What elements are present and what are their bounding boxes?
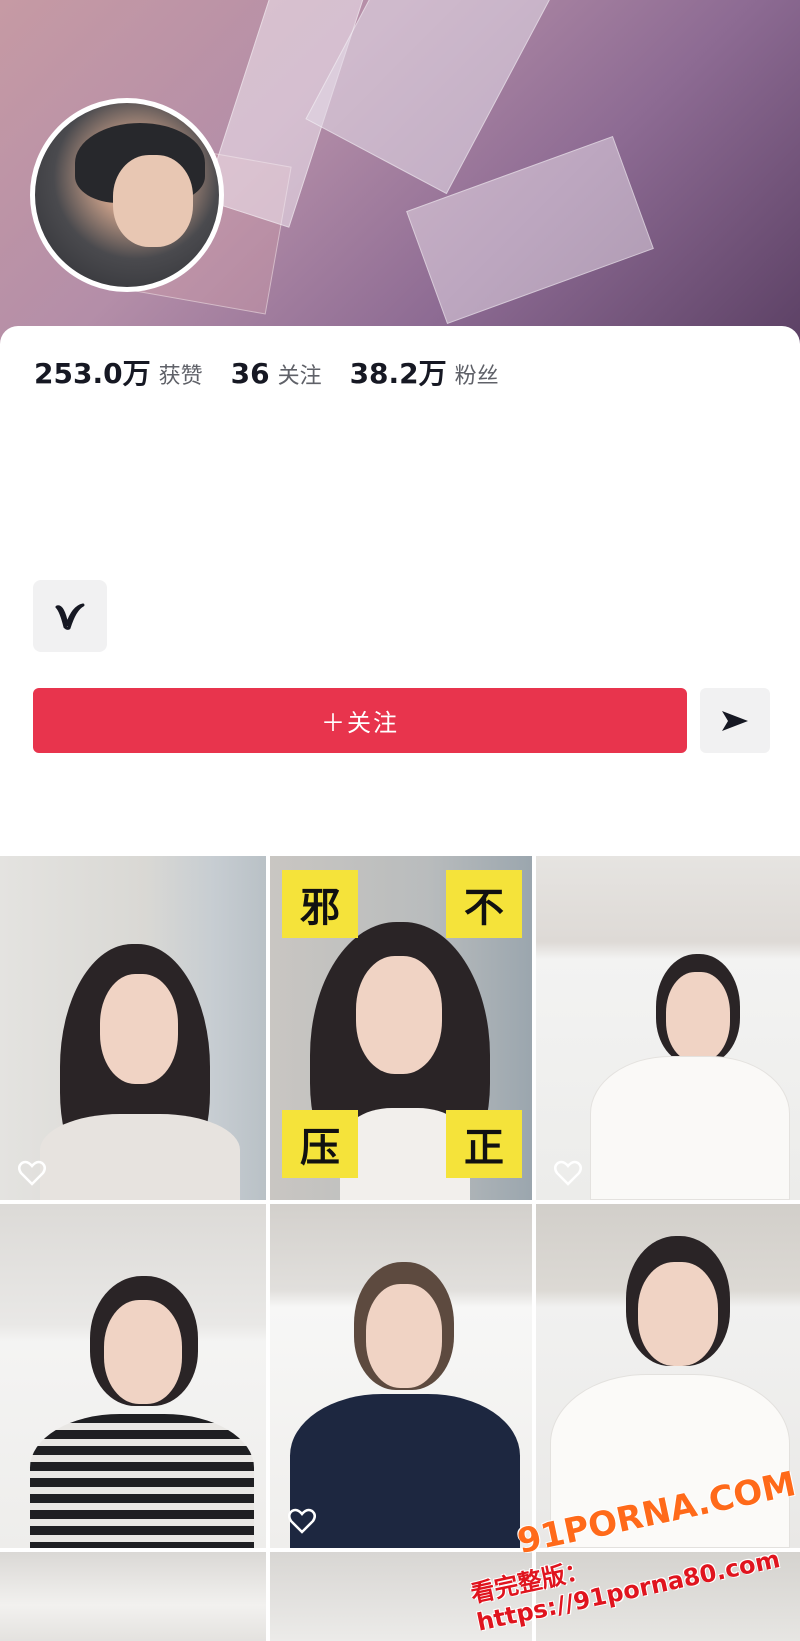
- stat-label: 粉丝: [454, 364, 499, 389]
- stat-value: 253.0万: [34, 357, 151, 390]
- v-logo-icon: [55, 603, 85, 630]
- person-face: [104, 1300, 182, 1404]
- stat-likes[interactable]: 253.0万 获赞: [34, 352, 203, 392]
- send-arrow-icon: [722, 710, 748, 731]
- thumbnail-background: [0, 1552, 266, 1641]
- stat-followers[interactable]: 38.2万 粉丝: [350, 352, 499, 392]
- video-thumbnail[interactable]: [536, 856, 800, 1200]
- stat-label: 获赞: [158, 364, 203, 389]
- profile-card: [0, 326, 800, 846]
- avatar[interactable]: [30, 98, 224, 292]
- stat-label: 关注: [277, 364, 322, 389]
- stat-following[interactable]: 36 关注: [231, 357, 322, 390]
- follow-button[interactable]: ＋关注: [33, 688, 687, 753]
- like-heart-icon[interactable]: [18, 1160, 46, 1186]
- caption-word: 不: [446, 870, 522, 938]
- caption-word: 压: [282, 1110, 358, 1178]
- share-button[interactable]: [700, 688, 770, 753]
- video-thumbnail[interactable]: [0, 856, 266, 1200]
- person-body: [290, 1394, 520, 1548]
- stat-value: 38.2万: [349, 357, 447, 390]
- video-thumbnail[interactable]: 邪 不 压 正: [270, 856, 532, 1200]
- stat-value: 36: [230, 357, 270, 390]
- like-heart-icon[interactable]: [554, 1160, 582, 1186]
- person-face: [356, 956, 442, 1074]
- caption-word: 正: [446, 1110, 522, 1178]
- person-body: [590, 1056, 790, 1200]
- video-thumbnail[interactable]: [0, 1552, 266, 1641]
- like-heart-icon[interactable]: [288, 1508, 316, 1534]
- person-face: [366, 1284, 442, 1388]
- person-face: [666, 972, 730, 1062]
- profile-stats: 253.0万 获赞 36 关注 38.2万 粉丝: [34, 352, 527, 392]
- person-face: [100, 974, 178, 1084]
- avatar-face: [113, 155, 193, 247]
- person-body: [30, 1414, 254, 1548]
- caption-word: 邪: [282, 870, 358, 938]
- verified-badge[interactable]: [33, 580, 107, 652]
- person-body: [40, 1114, 240, 1200]
- person-face: [638, 1262, 718, 1366]
- video-thumbnail[interactable]: [0, 1204, 266, 1548]
- video-thumbnail[interactable]: [270, 1204, 532, 1548]
